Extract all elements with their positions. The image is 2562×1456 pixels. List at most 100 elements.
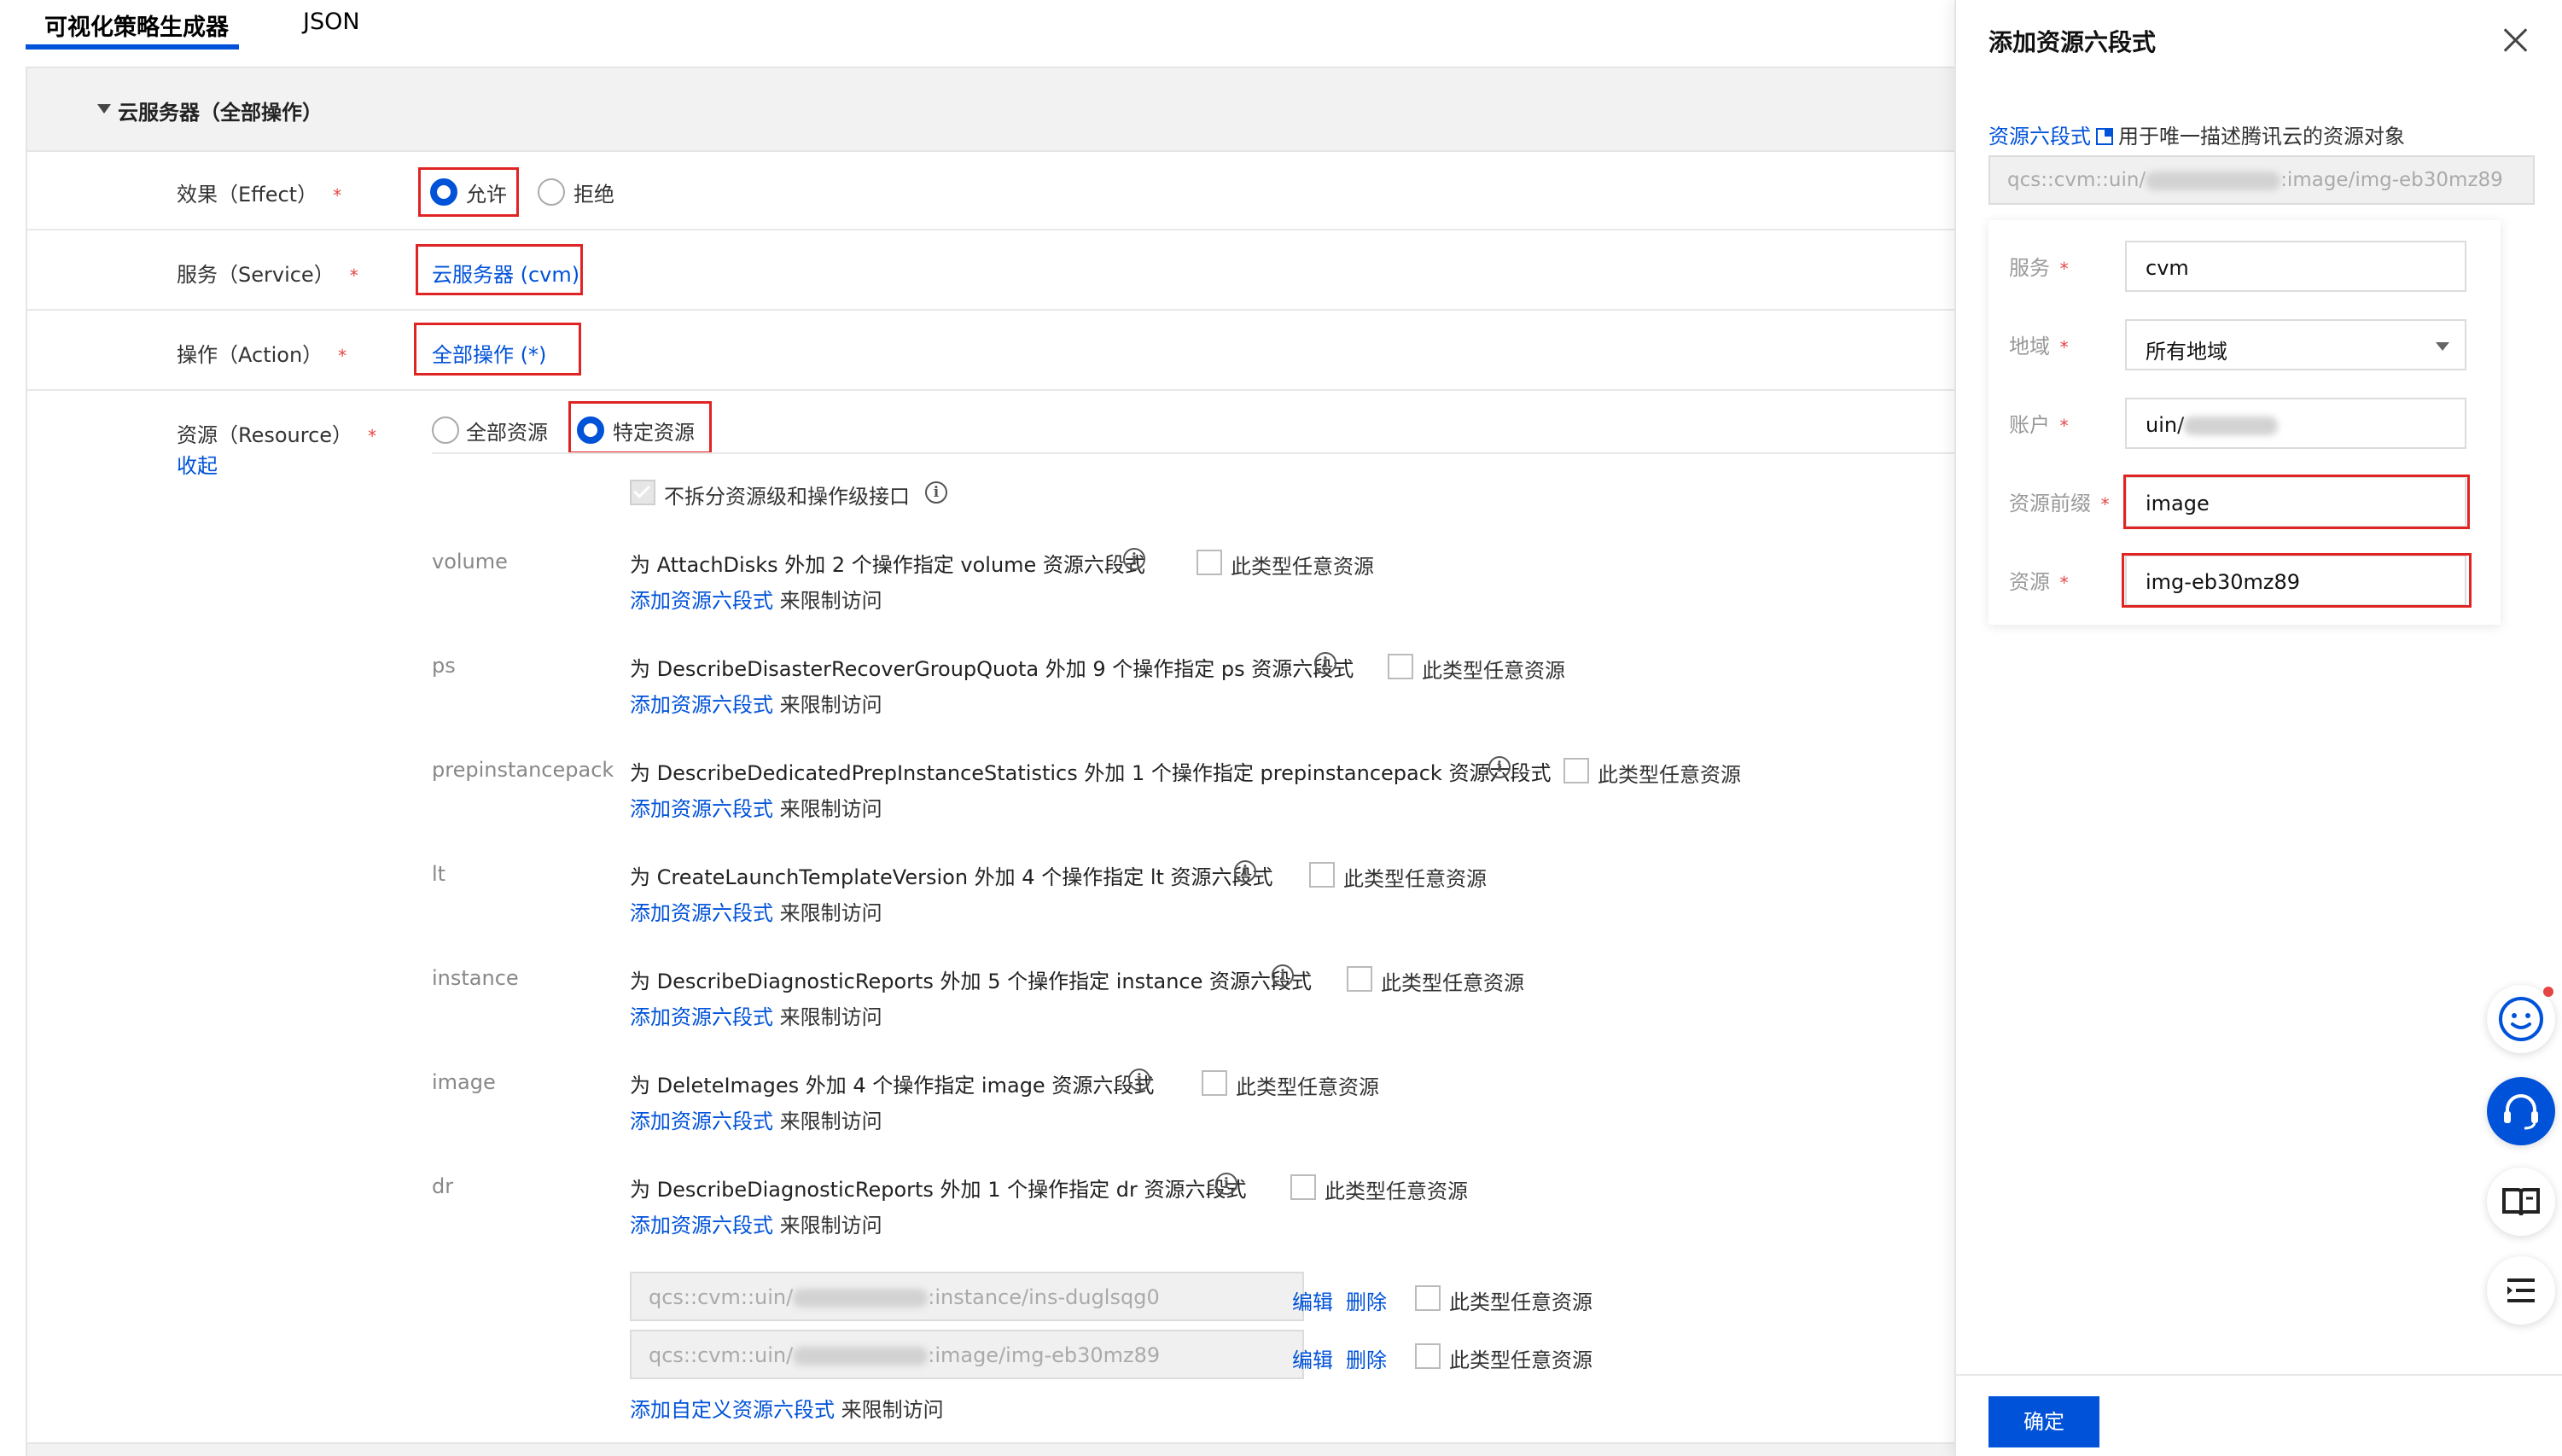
allow-label: 允许 [466, 183, 507, 207]
info-icon[interactable]: i [925, 481, 947, 504]
any-resource-checkbox[interactable] [1197, 550, 1222, 575]
policy-tabs: 可视化策略生成器 JSON [26, 0, 1946, 51]
add-resource-link[interactable]: 添加资源六段式 [630, 797, 773, 821]
service-input[interactable]: cvm [2125, 241, 2466, 292]
deny-radio[interactable] [538, 178, 565, 206]
tab-json[interactable]: JSON [303, 9, 360, 35]
any-resource-checkbox[interactable] [1309, 862, 1335, 888]
info-icon[interactable]: i [1128, 1069, 1150, 1091]
any-resource-label: 此类型任意资源 [1236, 1075, 1379, 1099]
highlight-box [2123, 475, 2470, 529]
any-resource-checkbox[interactable] [1388, 654, 1413, 679]
any-resource-checkbox[interactable] [1415, 1285, 1441, 1311]
caret-down-icon[interactable] [97, 104, 111, 114]
redacted-uin [2184, 416, 2279, 435]
add-resource-link[interactable]: 添加资源六段式 [630, 693, 773, 717]
action-value-link[interactable]: 全部操作 (*) [432, 338, 546, 368]
allow-radio[interactable] [430, 178, 457, 206]
action-label: 操作（Action） * [177, 343, 347, 367]
any-resource-checkbox[interactable] [1563, 758, 1589, 783]
any-resource-label: 此类型任意资源 [1231, 555, 1374, 579]
any-resource-checkbox[interactable] [1347, 966, 1372, 992]
add-resource-link[interactable]: 添加资源六段式 [630, 901, 773, 925]
redacted-uin [793, 1347, 929, 1366]
add-custom-resource-link[interactable]: 添加自定义资源六段式 [630, 1398, 835, 1422]
all-resources-radio[interactable] [432, 416, 459, 444]
add-resource-row: 添加资源六段式 来限制访问 [630, 901, 882, 925]
info-icon[interactable]: i [1123, 548, 1145, 570]
delete-link[interactable]: 删除 [1346, 1343, 1387, 1373]
resource-type-desc: 为 DeleteImages 外加 4 个操作指定 image 资源六段式 [630, 1074, 1155, 1098]
add-resource-link[interactable]: 添加资源六段式 [630, 589, 773, 613]
section-header[interactable]: 云服务器（全部操作） [27, 67, 1956, 152]
resource-type-desc: 为 DescribeDisasterRecoverGroupQuota 外加 9… [630, 657, 1354, 681]
section-title: 云服务器（全部操作） [118, 101, 323, 125]
specific-resources-label: 特定资源 [613, 421, 695, 445]
resource-type-name: dr [432, 1174, 454, 1198]
add-resource-link[interactable]: 添加资源六段式 [630, 1109, 773, 1133]
add-resource-row: 添加资源六段式 来限制访问 [630, 693, 882, 717]
add-resource-row: 添加资源六段式 来限制访问 [630, 1214, 882, 1238]
row-divider [27, 389, 1956, 391]
info-icon[interactable]: i [1272, 964, 1294, 987]
redacted-uin [793, 1289, 929, 1307]
any-resource-label: 此类型任意资源 [1449, 1348, 1593, 1372]
add-resource-row: 添加资源六段式 来限制访问 [630, 1005, 882, 1029]
any-resource-label: 此类型任意资源 [1343, 867, 1487, 891]
footer-divider [1956, 1374, 2562, 1376]
resource-label: 资源（Resource） * [177, 423, 377, 447]
info-icon[interactable]: i [1215, 1173, 1237, 1195]
tab-visual-editor[interactable]: 可视化策略生成器 [44, 9, 229, 42]
any-resource-checkbox[interactable] [1415, 1343, 1441, 1369]
any-resource-label: 此类型任意资源 [1422, 659, 1565, 683]
service-label: 服务（Service） * [177, 263, 358, 287]
resource-prefix-field-label: 资源前缀 * [2009, 492, 2110, 515]
info-icon[interactable]: i [1234, 860, 1256, 882]
specific-resources-radio[interactable] [577, 416, 604, 444]
add-resource-row: 添加资源六段式 来限制访问 [630, 1109, 882, 1133]
policy-form: 云服务器（全部操作） 效果（Effect） * 允许 拒绝 服务（Service）… [26, 67, 1956, 1456]
service-value-link[interactable]: 云服务器 (cvm) [432, 258, 579, 288]
resource-sixpart-doc-link[interactable]: 资源六段式 [1988, 125, 2091, 149]
menu-list-button[interactable] [2487, 1256, 2555, 1325]
resource-type-desc: 为 DescribeDiagnosticReports 外加 5 个操作指定 i… [630, 970, 1313, 993]
documentation-button[interactable] [2487, 1168, 2555, 1236]
book-icon [2502, 1188, 2540, 1216]
account-input[interactable]: uin/ [2125, 398, 2466, 449]
close-icon[interactable] [2502, 27, 2528, 53]
bottom-divider [27, 1442, 1956, 1456]
confirm-button[interactable]: 确定 [1988, 1396, 2099, 1447]
resource-type-name: lt [432, 862, 446, 886]
external-link-icon[interactable] [2096, 128, 2113, 145]
account-field-label: 账户 * [2009, 413, 2069, 437]
row-divider [27, 309, 1956, 311]
resource-field-label: 资源 * [2009, 570, 2069, 594]
customer-service-button[interactable] [2487, 1077, 2555, 1145]
any-resource-label: 此类型任意资源 [1598, 763, 1741, 787]
add-resource-link[interactable]: 添加资源六段式 [630, 1214, 773, 1238]
any-resource-label: 此类型任意资源 [1449, 1290, 1593, 1314]
resource-type-name: image [432, 1070, 496, 1094]
resource-type-desc: 为 CreateLaunchTemplateVersion 外加 4 个操作指定… [630, 865, 1273, 889]
qcs-resource-field: qcs::cvm::uin/:image/img-eb30mz89 [630, 1330, 1304, 1379]
resource-type-desc: 为 DescribeDiagnosticReports 外加 1 个操作指定 d… [630, 1178, 1247, 1202]
add-resource-row: 添加资源六段式 来限制访问 [630, 797, 882, 821]
row-divider [432, 452, 1956, 454]
info-icon[interactable]: i [1488, 756, 1511, 778]
resource-type-desc: 为 AttachDisks 外加 2 个操作指定 volume 资源六段式 [630, 553, 1145, 577]
region-select[interactable]: 所有地域 [2125, 319, 2466, 370]
add-resource-row: 添加资源六段式 来限制访问 [630, 589, 882, 613]
service-field-label: 服务 * [2009, 256, 2069, 280]
qcs-resource-field: qcs::cvm::uin/:instance/ins-duglsqg0 [630, 1272, 1304, 1321]
info-icon[interactable]: i [1314, 652, 1336, 674]
collapse-link[interactable]: 收起 [177, 449, 218, 479]
resource-type-name: ps [432, 654, 456, 678]
edit-link[interactable]: 编辑 [1292, 1343, 1333, 1373]
any-resource-checkbox[interactable] [1290, 1174, 1316, 1200]
split-checkbox[interactable] [630, 480, 655, 505]
any-resource-checkbox[interactable] [1202, 1070, 1227, 1096]
edit-link[interactable]: 编辑 [1292, 1285, 1333, 1315]
delete-link[interactable]: 删除 [1346, 1285, 1387, 1315]
row-divider [27, 229, 1956, 230]
add-resource-link[interactable]: 添加资源六段式 [630, 1005, 773, 1029]
